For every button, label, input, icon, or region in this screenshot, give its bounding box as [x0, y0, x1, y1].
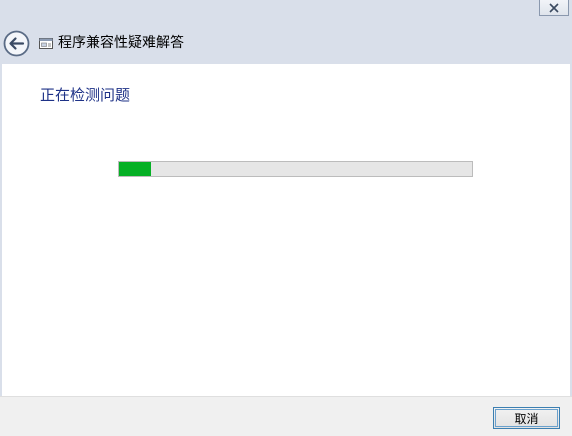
content-panel: 正在检测问题: [2, 64, 570, 396]
back-button[interactable]: [3, 30, 30, 57]
troubleshooter-icon: [38, 36, 54, 52]
troubleshooter-window: 程序兼容性疑难解答 正在检测问题 取消: [0, 0, 572, 436]
status-heading: 正在检测问题: [40, 86, 131, 104]
footer-bar: 取消: [0, 396, 572, 436]
progress-bar-fill: [119, 162, 151, 176]
cancel-button[interactable]: 取消: [493, 407, 560, 429]
window-title: 程序兼容性疑难解答: [58, 35, 184, 51]
progress-bar: [118, 161, 473, 177]
close-button[interactable]: [539, 0, 569, 16]
back-arrow-icon: [3, 30, 30, 57]
close-icon: [549, 2, 559, 13]
window-header: 程序兼容性疑难解答: [0, 22, 572, 64]
